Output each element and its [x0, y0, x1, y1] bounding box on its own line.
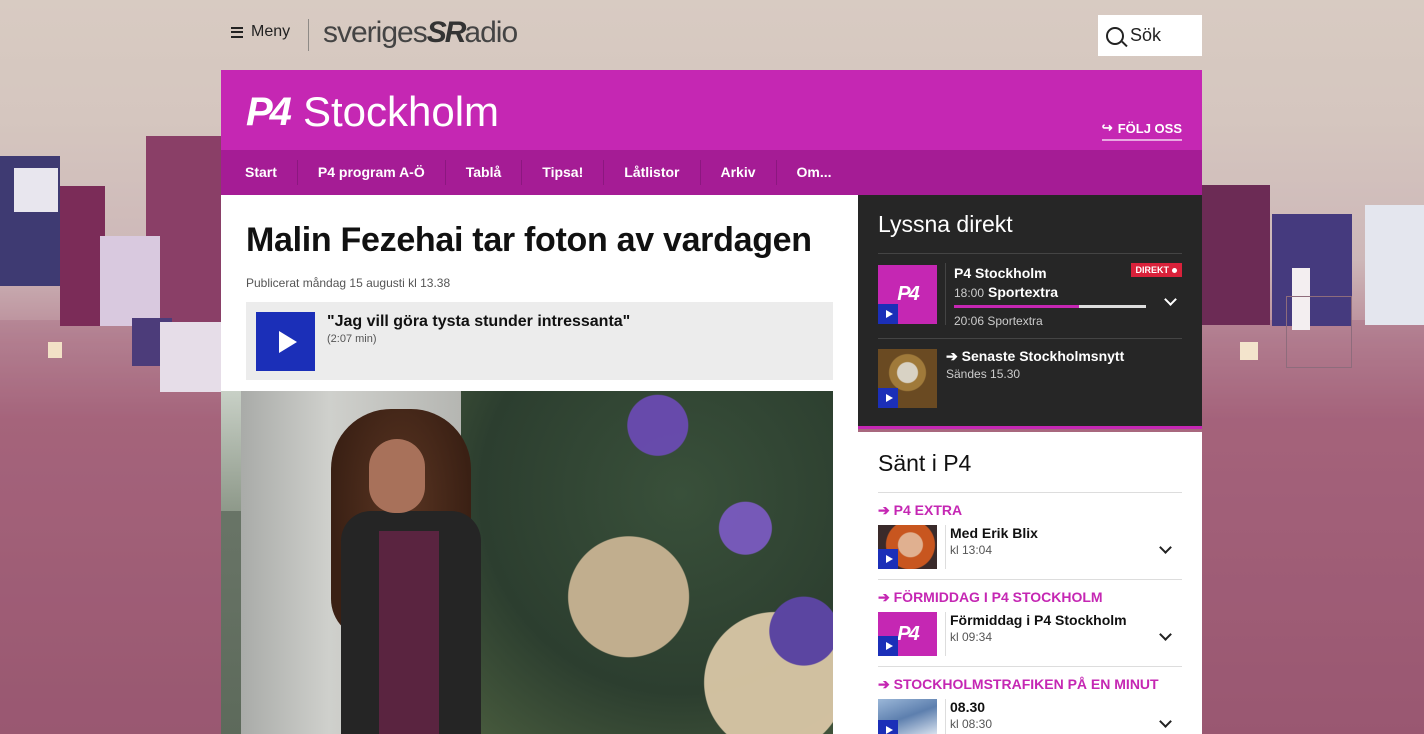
p4-stockholm-thumbnail: P4 — [878, 265, 937, 324]
follow-label: FÖLJ OSS — [1117, 120, 1182, 136]
chevron-down-icon[interactable] — [1159, 628, 1172, 641]
search-label: Sök — [1130, 25, 1162, 45]
play-button[interactable] — [878, 549, 898, 569]
background-shape — [1202, 320, 1424, 734]
chevron-down-icon[interactable] — [1159, 715, 1172, 728]
program-title[interactable]: 08.30 — [950, 699, 985, 715]
divider — [878, 579, 1182, 580]
search-icon — [1106, 26, 1124, 45]
divider — [945, 612, 946, 656]
sent-heading: Sänt i P4 — [878, 450, 972, 476]
sveriges-radio-logo[interactable]: sverigesSRadio — [323, 16, 518, 50]
follow-button[interactable]: ↪ FÖLJ OSS — [1101, 120, 1182, 141]
audio-player: "Jag vill göra tysta stunder intressanta… — [246, 302, 833, 380]
nav-item-start[interactable]: Start — [225, 160, 298, 185]
hamburger-icon — [231, 26, 243, 38]
divider — [945, 525, 946, 569]
arrow-right-icon: ➔ — [878, 502, 894, 518]
play-button[interactable] — [878, 720, 898, 734]
main-nav: Start P4 program A-Ö Tablå Tipsa! Låtlis… — [221, 150, 1202, 195]
program-category[interactable]: ➔ STOCKHOLMSTRAFIKEN PÅ EN MINUT — [878, 676, 1159, 693]
news-broadcast-time: Sändes 15.30 — [946, 367, 1021, 381]
top-bar: Meny sverigesSRadio Sök — [221, 14, 1202, 56]
published-date: Publicerat måndag 15 augusti kl 13.38 — [246, 276, 451, 290]
program-thumbnail — [878, 699, 937, 734]
nav-item-tabla[interactable]: Tablå — [446, 160, 523, 185]
program-time: kl 08:30 — [950, 717, 993, 731]
play-button[interactable] — [878, 388, 898, 408]
play-button[interactable] — [878, 636, 898, 656]
program-category[interactable]: ➔ FÖRMIDDAG I P4 STOCKHOLM — [878, 589, 1103, 606]
program-category[interactable]: ➔ P4 EXTRA — [878, 502, 962, 519]
background-shape — [14, 168, 58, 212]
divider — [308, 19, 309, 51]
live-now-playing: 18:00 Sportextra — [954, 284, 1059, 300]
background-shape — [160, 322, 221, 392]
background-shape — [1286, 296, 1352, 368]
divider — [878, 253, 1182, 254]
channel-title[interactable]: P4 Stockholm — [246, 88, 499, 136]
background-shape — [60, 186, 105, 326]
chevron-down-icon[interactable] — [1159, 541, 1172, 554]
program-thumbnail — [878, 525, 937, 569]
background-shape — [1365, 205, 1424, 325]
news-thumbnail — [878, 349, 937, 408]
article-photo — [221, 391, 833, 734]
menu-label: Meny — [251, 23, 291, 40]
background-shape — [48, 342, 62, 358]
divider — [878, 492, 1182, 493]
live-station-name[interactable]: P4 Stockholm — [954, 265, 1047, 281]
menu-button[interactable]: Meny — [231, 23, 290, 41]
program-title[interactable]: Förmiddag i P4 Stockholm — [950, 612, 1127, 628]
program-time: kl 13:04 — [950, 543, 993, 557]
divider — [945, 699, 946, 734]
play-button[interactable] — [878, 304, 898, 324]
arrow-right-icon: ➔ — [878, 589, 894, 605]
divider — [878, 666, 1182, 667]
divider — [878, 338, 1182, 339]
program-time: kl 09:34 — [950, 630, 993, 644]
divider — [945, 263, 946, 325]
background-shape — [1202, 185, 1270, 325]
nav-item-om[interactable]: Om... — [777, 160, 852, 185]
arrow-right-icon: ➔ — [946, 348, 962, 364]
audio-duration: (2:07 min) — [327, 333, 377, 345]
live-heading: Lyssna direkt — [878, 211, 1013, 237]
live-badge: DIREKT — [1130, 263, 1182, 277]
news-title[interactable]: ➔ Senaste Stockholmsnytt — [946, 348, 1124, 365]
nav-item-arkiv[interactable]: Arkiv — [701, 160, 777, 185]
article: Malin Fezehai tar foton av vardagen Publ… — [221, 195, 858, 734]
live-next-program: 20:06 Sportextra — [954, 314, 1043, 328]
arrow-right-icon: ➔ — [878, 676, 894, 692]
play-button[interactable] — [256, 312, 315, 371]
channel-header: P4 Stockholm ↪ FÖLJ OSS Start P4 program… — [221, 70, 1202, 195]
live-progress-bar — [954, 305, 1146, 308]
share-icon: ↪ — [1101, 120, 1113, 135]
program-title[interactable]: Med Erik Blix — [950, 525, 1038, 541]
background-shape — [1240, 342, 1258, 360]
sent-panel: Sänt i P4 ➔ P4 EXTRA Med Erik Blix kl 13… — [858, 432, 1202, 734]
nav-item-latlistor[interactable]: Låtlistor — [604, 160, 701, 185]
article-title: Malin Fezehai tar foton av vardagen — [246, 221, 812, 259]
chevron-down-icon[interactable] — [1164, 293, 1177, 306]
audio-title[interactable]: "Jag vill göra tysta stunder intressanta… — [327, 313, 630, 331]
nav-item-tipsa[interactable]: Tipsa! — [522, 160, 605, 185]
live-panel: Lyssna direkt P4 P4 Stockholm DIREKT 18:… — [858, 195, 1202, 429]
search-button[interactable]: Sök — [1098, 15, 1202, 56]
background-shape — [100, 236, 160, 326]
nav-item-program[interactable]: P4 program A-Ö — [298, 160, 446, 185]
program-thumbnail: P4 — [878, 612, 937, 656]
channel-name: Stockholm — [302, 88, 500, 135]
p4-logo: P4 — [246, 89, 292, 134]
